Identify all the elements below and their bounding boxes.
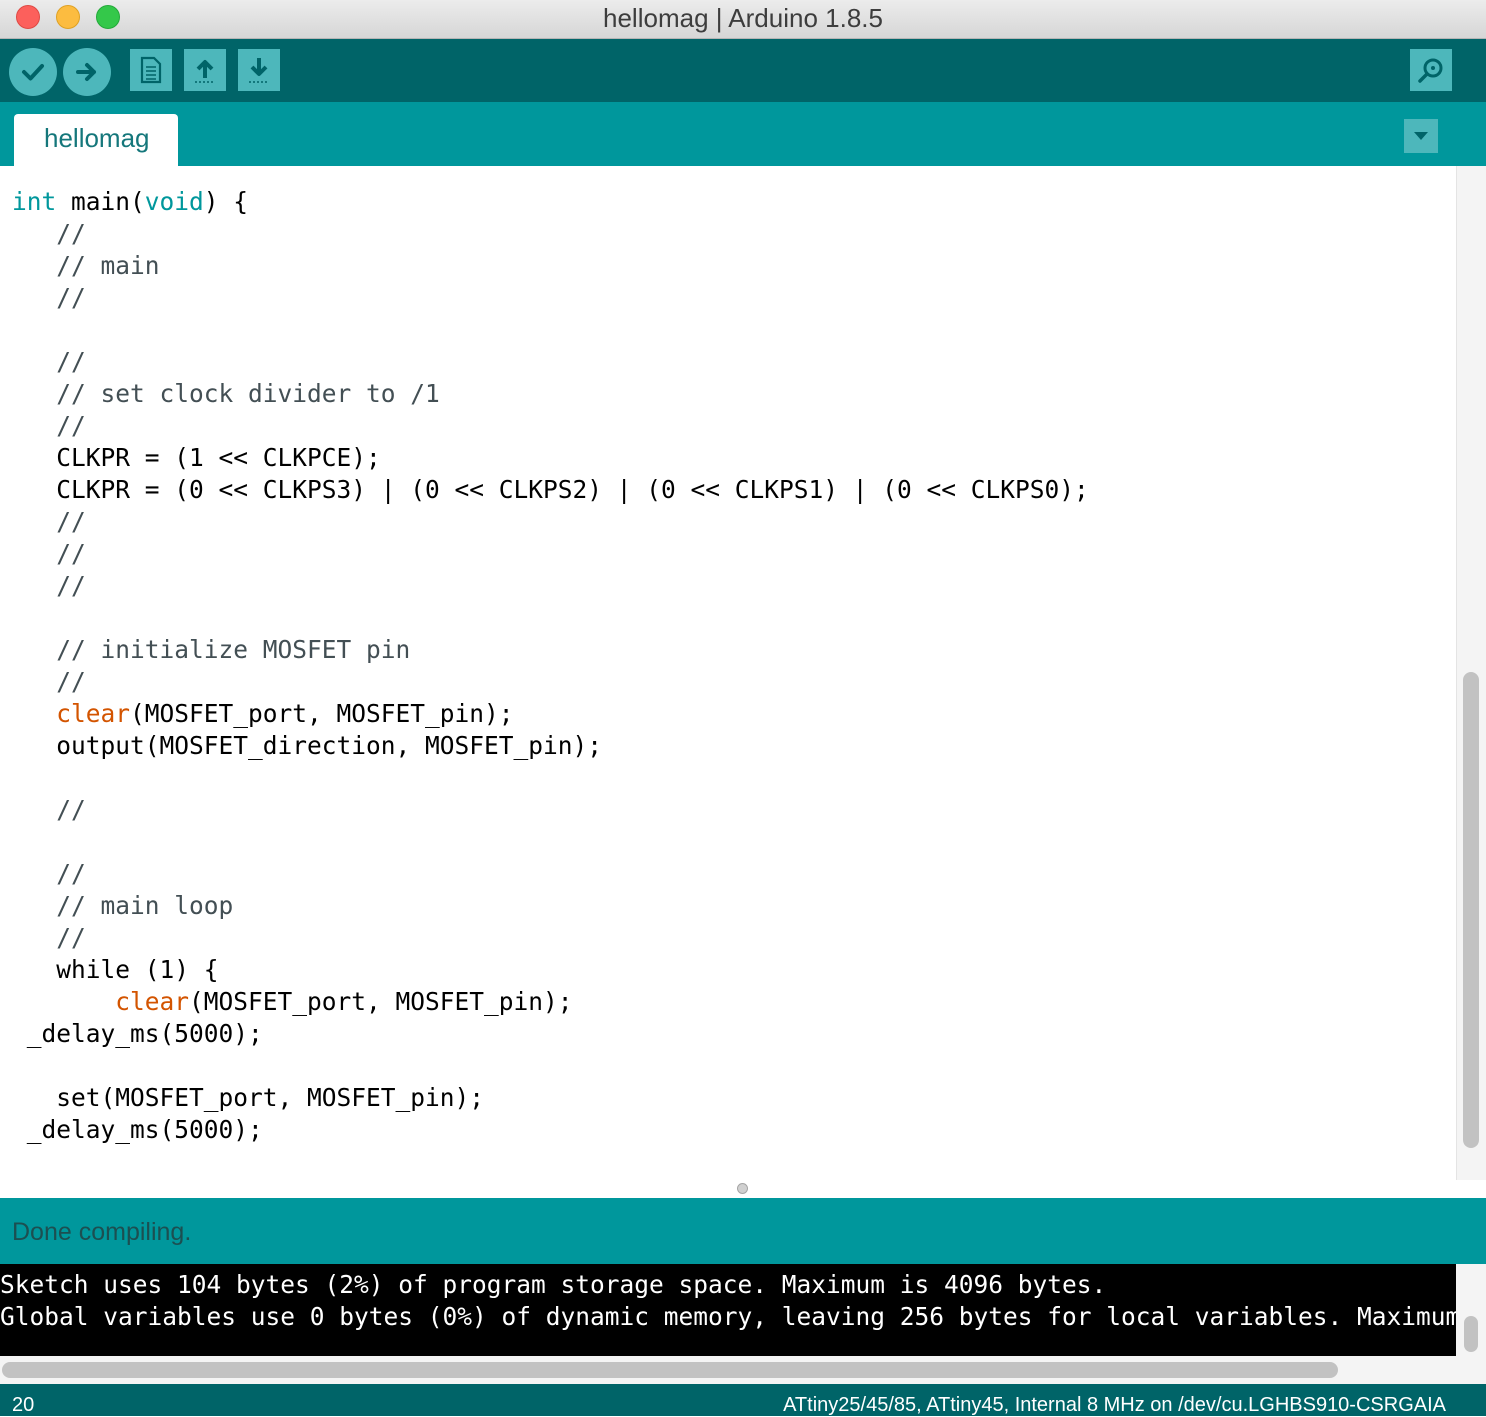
code-line: // [12,219,86,248]
code-line: _delay_ms(5000); [12,1115,263,1144]
code-line: // [12,539,86,568]
code-line: // [12,411,86,440]
console-line: Global variables use 0 bytes (0%) of dyn… [0,1302,1456,1331]
line-number: 20 [12,1394,35,1416]
code-line: // initialize MOSFET pin [12,635,411,664]
window-title: hellomag | Arduino 1.8.5 [603,3,883,33]
tab-label: hellomag [44,123,150,153]
code-line: // [12,571,86,600]
console-scroll-thumb[interactable] [1464,1316,1478,1352]
code-line: clear(MOSFET_port, MOSFET_pin); [115,987,573,1016]
board-info: ATtiny25/45/85, ATtiny45, Internal 8 MHz… [783,1394,1446,1416]
status-message: Done compiling. [12,1218,192,1246]
save-sketch-button[interactable] [238,49,280,91]
code-line: _delay_ms(5000); [12,1019,263,1048]
code-line: // [12,795,86,824]
document-icon [140,56,162,84]
code-line: // [12,347,86,376]
code-editor[interactable]: int main(void) { // // main //​ // // se… [0,166,1456,1180]
code-line: // [12,859,86,888]
code-line: CLKPR = (1 << CLKPCE); [12,443,381,472]
triangle-down-icon [1414,132,1428,140]
code-line: while (1) { [12,955,219,984]
serial-monitor-button[interactable] [1410,49,1452,91]
code-line: // main loop [12,891,234,920]
code-line: // [12,283,86,312]
tab-strip: hellomag [0,102,1486,166]
code-line: output(MOSFET_direction, MOSFET_pin); [12,731,603,760]
verify-button[interactable] [9,48,57,96]
code-line: ​ [12,826,1089,858]
arrow-up-icon [195,60,215,83]
editor-scroll-thumb[interactable] [1463,672,1479,1148]
console-line: Sketch uses 104 bytes (2%) of program st… [0,1270,1107,1299]
status-bar: Done compiling. [0,1198,1486,1264]
new-sketch-button[interactable] [130,49,172,91]
split-handle[interactable] [737,1183,748,1194]
tab-hellomag[interactable]: hellomag [14,114,178,166]
title-bar: hellomag | Arduino 1.8.5 [0,0,1486,39]
code-line: int main(void) { [12,187,249,216]
console-horizontal-scroll-thumb[interactable] [2,1362,1338,1378]
tab-menu-button[interactable] [1404,119,1438,153]
code-line: set(MOSFET_port, MOSFET_pin); [12,1083,485,1112]
code-line: // main [12,251,160,280]
code-line: // [12,507,86,536]
console-output: Sketch uses 104 bytes (2%) of program st… [0,1264,1456,1356]
arrow-down-icon [249,58,269,83]
code-line: clear(MOSFET_port, MOSFET_pin); [56,699,514,728]
code-line: ​ [12,314,1089,346]
open-sketch-button[interactable] [184,49,226,91]
code-line: // [12,667,86,696]
code-line: CLKPR = (0 << CLKPS3) | (0 << CLKPS2) | … [12,475,1089,504]
code-line: ​ [12,1050,1089,1082]
code-line: // set clock divider to /1 [12,379,440,408]
code-line: ​ [12,602,1089,634]
arrow-right-icon [76,63,96,81]
upload-button[interactable] [63,48,111,96]
footer-bar: 20 ATtiny25/45/85, ATtiny45, Internal 8 … [0,1384,1486,1416]
magnifier-icon [1418,58,1443,83]
code-line: ​ [12,762,1089,794]
code-line: // [12,923,86,952]
checkmark-icon [22,64,44,81]
code-text[interactable]: int main(void) { // // main //​ // // se… [12,186,1089,1146]
toolbar [0,39,1486,102]
